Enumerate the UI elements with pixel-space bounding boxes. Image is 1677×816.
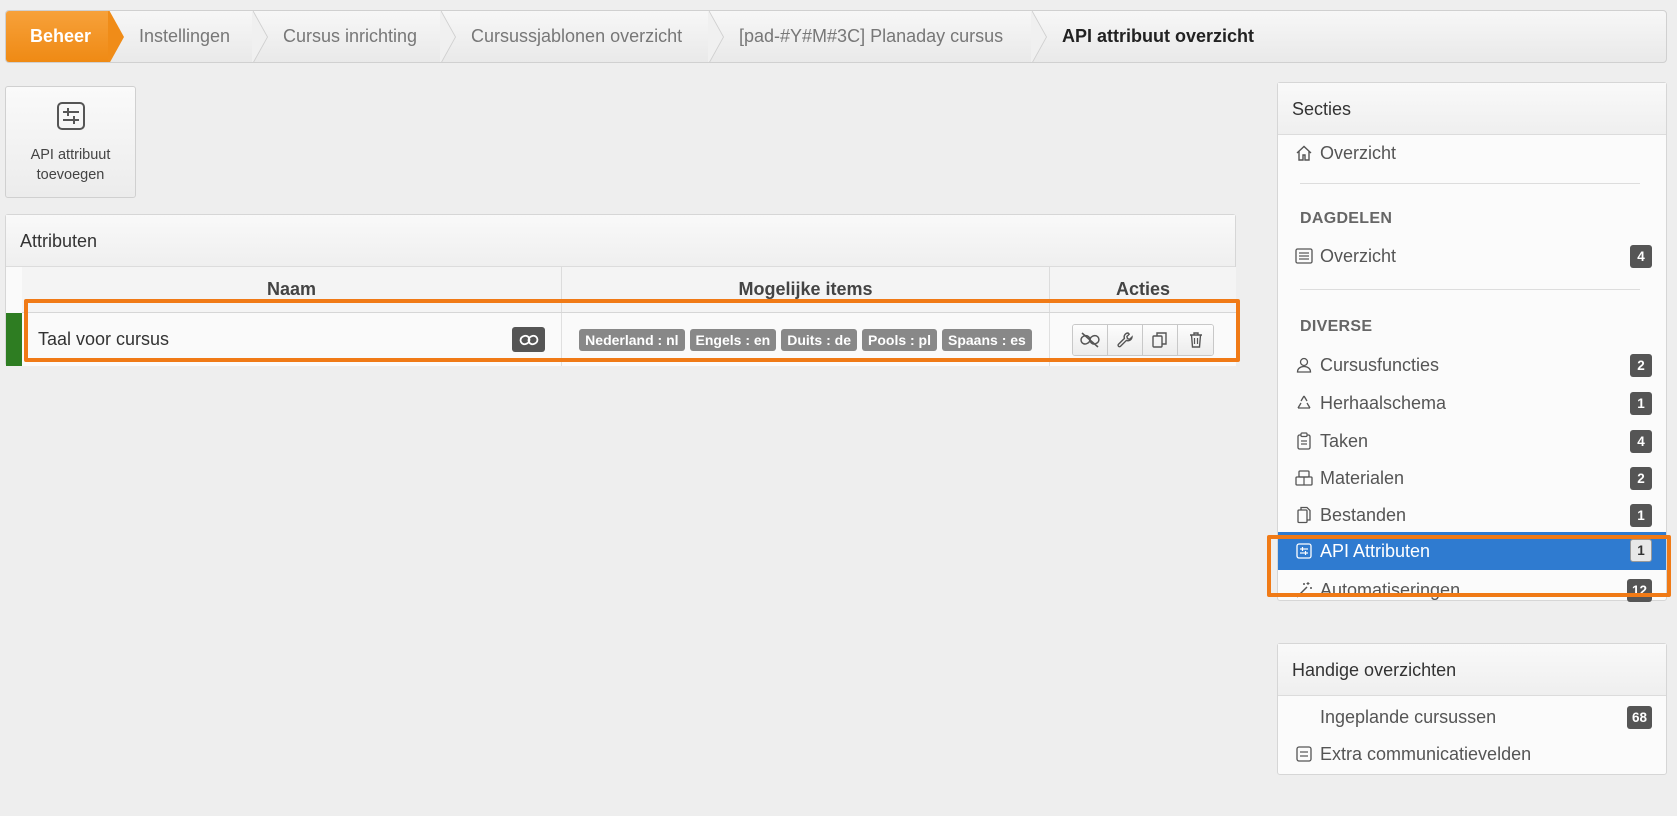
count-badge: 1 xyxy=(1630,392,1652,415)
divider xyxy=(1300,183,1640,184)
attribute-name: Taal voor cursus xyxy=(38,329,170,349)
row-status-marker xyxy=(6,313,22,366)
cell-mogelijke-items: Nederland : nl Engels : en Duits : de Po… xyxy=(562,313,1050,366)
item-tag: Duits : de xyxy=(781,328,857,351)
item-tag: Nederland : nl xyxy=(579,328,685,351)
breadcrumb-current-page: API attribuut overzicht xyxy=(1062,26,1255,46)
sections-panel: Secties Overzicht DAGDELEN Overzicht 4 D… xyxy=(1277,82,1667,602)
count-badge: 12 xyxy=(1626,579,1652,602)
magic-wand-icon xyxy=(1294,580,1314,600)
add-api-attribute-button[interactable]: API attribuut toevoegen xyxy=(5,86,136,198)
count-badge: 2 xyxy=(1630,467,1652,490)
home-icon xyxy=(1294,143,1314,163)
copy-icon xyxy=(1152,331,1167,348)
column-header-naam[interactable]: Naam xyxy=(22,267,562,312)
edit-button[interactable] xyxy=(1108,324,1143,355)
link-icon[interactable] xyxy=(512,327,545,352)
unlink-button[interactable] xyxy=(1073,324,1108,355)
item-tag: Pools : pl xyxy=(862,328,937,351)
attributes-panel: Attributen Naam Mogelijke items Acties T… xyxy=(5,214,1236,366)
wrench-icon xyxy=(1117,331,1133,347)
sliders-icon xyxy=(1294,744,1314,764)
sidebar-item-label: Overzicht xyxy=(1320,245,1397,266)
files-icon xyxy=(1294,505,1314,525)
handy-overviews-panel: Handige overzichten Ingeplande cursussen… xyxy=(1277,643,1667,775)
count-badge: 1 xyxy=(1630,539,1652,562)
sidebar-item-herhaalschema[interactable]: Herhaalschema 1 xyxy=(1278,385,1666,421)
cell-acties xyxy=(1050,313,1236,366)
breadcrumb-beheer[interactable]: Beheer xyxy=(6,11,124,62)
count-badge: 68 xyxy=(1626,706,1652,729)
breadcrumb-cursussjablonen-overzicht[interactable]: Cursussjablonen overzicht xyxy=(441,11,724,62)
clipboard-icon xyxy=(1294,431,1314,451)
sidebar-item-label: Ingeplande cursussen xyxy=(1320,706,1497,727)
table-header: Naam Mogelijke items Acties xyxy=(22,267,1236,313)
sidebar-item-overzicht[interactable]: Overzicht xyxy=(1278,135,1666,171)
add-button-label-line2: toevoegen xyxy=(36,167,105,183)
sidebar-item-taken[interactable]: Taken 4 xyxy=(1278,423,1666,459)
handy-item-extra-communicatievelden[interactable]: Extra communicatievelden xyxy=(1278,736,1666,772)
sidebar-item-api-attributen[interactable]: API Attributen 1 xyxy=(1278,532,1666,570)
sidebar-item-automatiseringen[interactable]: Automatiseringen 12 xyxy=(1278,572,1666,608)
column-header-mogelijke-items: Mogelijke items xyxy=(562,267,1050,312)
sidebar-item-label: API Attributen xyxy=(1320,540,1431,561)
cell-naam: Taal voor cursus xyxy=(22,313,562,366)
sidebar-item-materialen[interactable]: Materialen 2 xyxy=(1278,460,1666,496)
handy-item-ingeplande-cursussen[interactable]: Ingeplande cursussen 68 xyxy=(1278,699,1666,735)
sidebar-item-label: Extra communicatievelden xyxy=(1320,743,1532,764)
sections-panel-title: Secties xyxy=(1278,83,1666,135)
sidebar-item-dagdelen-overzicht[interactable]: Overzicht 4 xyxy=(1278,238,1666,274)
unlink-icon xyxy=(1080,331,1100,348)
user-icon xyxy=(1294,355,1314,375)
sidebar-item-label: Cursusfuncties xyxy=(1320,354,1440,375)
sidebar-item-label: Herhaalschema xyxy=(1320,392,1447,413)
sidebar-item-label: Automatiseringen xyxy=(1320,579,1461,600)
sidebar-item-label: Overzicht xyxy=(1320,142,1397,163)
sliders-icon xyxy=(56,101,86,137)
item-tag: Spaans : es xyxy=(942,328,1032,351)
sidebar-item-label: Materialen xyxy=(1320,467,1405,488)
column-header-acties: Acties xyxy=(1115,279,1171,299)
item-tag: Engels : en xyxy=(689,328,777,351)
count-badge: 1 xyxy=(1630,504,1652,527)
handy-overviews-title: Handige overzichten xyxy=(1278,644,1666,696)
group-label-dagdelen: DAGDELEN xyxy=(1300,210,1393,227)
sidebar-item-cursusfuncties[interactable]: Cursusfuncties 2 xyxy=(1278,347,1666,383)
sidebar-item-label: Bestanden xyxy=(1320,504,1407,525)
row-actions xyxy=(1072,323,1214,356)
table-row: Taal voor cursus Nederland : nl Engels :… xyxy=(22,313,1236,366)
breadcrumb: Beheer Instellingen Cursus inrichting Cu… xyxy=(5,10,1667,63)
divider xyxy=(1300,289,1640,290)
boxes-icon xyxy=(1294,468,1314,488)
count-badge: 2 xyxy=(1630,354,1652,377)
copy-button[interactable] xyxy=(1143,324,1178,355)
group-label-diverse: DIVERSE xyxy=(1300,318,1373,335)
recycle-icon xyxy=(1294,393,1314,413)
add-button-label-line1: API attribuut xyxy=(30,147,111,163)
sidebar-item-label: Taken xyxy=(1320,430,1369,451)
count-badge: 4 xyxy=(1630,430,1652,453)
breadcrumb-instellingen[interactable]: Instellingen xyxy=(109,11,268,62)
count-badge: 4 xyxy=(1630,245,1652,268)
breadcrumb-planaday-cursus[interactable]: [pad-#Y#M#3C] Planaday cursus xyxy=(709,11,1047,62)
attributes-table: Naam Mogelijke items Acties Taal voor cu… xyxy=(22,267,1236,366)
sliders-icon xyxy=(1294,541,1314,561)
sidebar-item-bestanden[interactable]: Bestanden 1 xyxy=(1278,497,1666,533)
breadcrumb-cursus-inrichting[interactable]: Cursus inrichting xyxy=(253,11,456,62)
delete-button[interactable] xyxy=(1178,324,1213,355)
list-icon xyxy=(1294,246,1314,266)
trash-icon xyxy=(1189,331,1202,348)
attributes-panel-title: Attributen xyxy=(6,215,1235,267)
